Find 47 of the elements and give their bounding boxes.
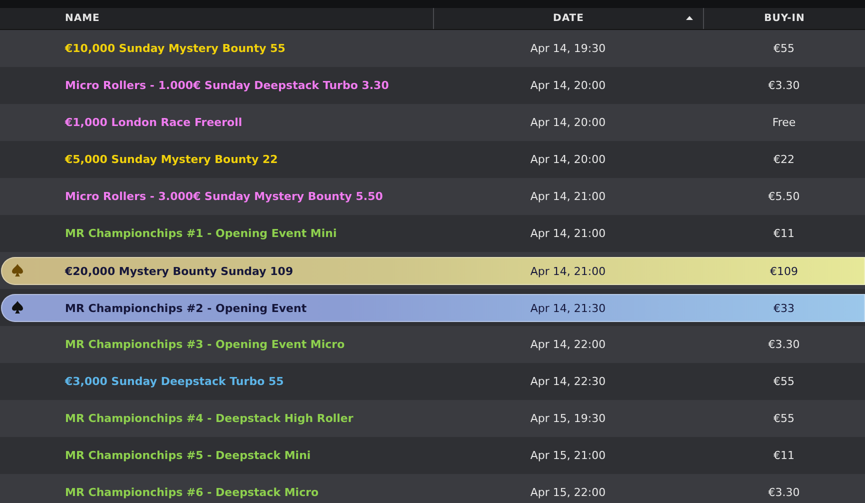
tournament-name: €5,000 Sunday Mystery Bounty 22 (65, 153, 279, 166)
tournament-name: €1,000 London Race Freeroll (65, 116, 244, 129)
column-header[interactable]: DATE (553, 13, 584, 24)
tournament-name: Micro Rollers - 3.000€ Sunday Mystery Bounty 5.50 (65, 190, 384, 203)
date-cell-text: Apr 14, 21:00 (529, 264, 607, 278)
buy-in-cell-text: €11 (772, 227, 796, 240)
tournament-name: €20,000 Mystery Bounty Sunday 109 (65, 264, 294, 278)
tournament-name: MR Championchips #5 - Deepstack Mini (65, 449, 312, 462)
buy-in-cell-text: Free (771, 116, 797, 129)
date-cell-text: Apr 14, 22:00 (529, 338, 607, 351)
spade-icon (12, 301, 23, 314)
highlighted-row[interactable]: €20,000 Mystery Bounty Sunday 109 Apr 14, 21:00 €109 (1, 257, 865, 285)
buy-in-cell-text: €33 (772, 302, 796, 314)
date-cell-text: Apr 14, 22:30 (529, 375, 607, 388)
tournament-name: MR Championchips #2 - Opening Event (65, 302, 308, 314)
spade-icon (12, 264, 23, 277)
buy-in-cell-text: €55 (772, 412, 796, 425)
date-cell-text: Apr 14, 20:00 (529, 116, 607, 129)
tournament-name: MR Championchips #6 - Deepstack Micro (65, 486, 320, 499)
tournament-name: MR Championchips #1 - Opening Event Mini (65, 227, 338, 240)
date-cell-text: Apr 14, 19:30 (529, 42, 607, 55)
buy-in-cell-text: €109 (769, 264, 799, 278)
tournament-name: MR Championchips #4 - Deepstack High Roller (65, 412, 354, 425)
sort-ascending-icon[interactable] (686, 16, 693, 20)
date-cell-text: Apr 14, 21:00 (529, 227, 607, 240)
date-cell-text: Apr 15, 21:00 (529, 449, 607, 462)
buy-in-cell-text: €55 (772, 42, 796, 55)
date-cell-text: Apr 14, 21:00 (529, 190, 607, 203)
buy-in-cell-text: €3.30 (767, 79, 801, 92)
column-header[interactable]: NAME (65, 13, 100, 24)
buy-in-cell-text: €11 (772, 449, 796, 462)
column-header[interactable]: BUY-IN (764, 13, 805, 24)
highlighted-row[interactable]: MR Championchips #2 - Opening Event Apr 14, 21:30 €33 (1, 294, 865, 322)
date-cell-text: Apr 15, 19:30 (529, 412, 607, 425)
tournament-name: Micro Rollers - 1.000€ Sunday Deepstack Turbo 3.30 (65, 79, 390, 92)
buy-in-cell-text: €55 (772, 375, 796, 388)
date-cell-text: Apr 15, 22:00 (529, 486, 607, 499)
tournament-name: €3,000 Sunday Deepstack Turbo 55 (65, 375, 285, 388)
date-cell-text: Apr 14, 20:00 (529, 79, 607, 92)
buy-in-cell-text: €3.30 (767, 338, 801, 351)
buy-in-cell-text: €3.30 (767, 486, 801, 499)
buy-in-cell-text: €22 (772, 153, 796, 166)
tournament-name: €10,000 Sunday Mystery Bounty 55 (65, 42, 286, 55)
date-cell-text: Apr 14, 21:30 (529, 302, 607, 314)
date-cell-text: Apr 14, 20:00 (529, 153, 607, 166)
buy-in-cell-text: €5.50 (767, 190, 801, 203)
tournament-name: MR Championchips #3 - Opening Event Micro (65, 338, 346, 351)
